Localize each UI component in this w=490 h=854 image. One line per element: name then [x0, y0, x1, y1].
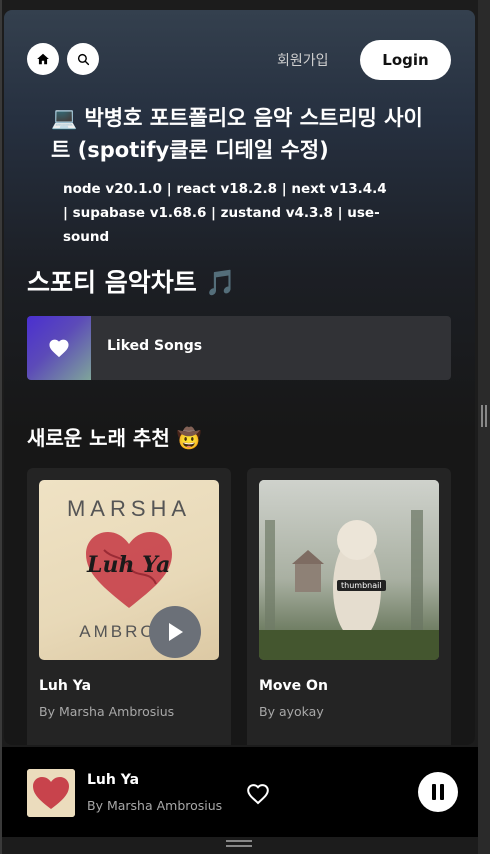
album-art-script-text: Luh Ya: [87, 552, 171, 578]
scrollbar-grip-icon[interactable]: [481, 405, 487, 427]
liked-songs-thumbnail: [27, 316, 91, 380]
song-title: Move On: [259, 678, 328, 694]
liked-songs-label: Liked Songs: [107, 338, 203, 354]
home-icon: [37, 53, 49, 65]
home-button[interactable]: [27, 43, 59, 75]
song-artist: By Marsha Ambrosius: [39, 704, 175, 719]
scrollbar-track[interactable]: [478, 0, 490, 854]
pause-button[interactable]: [418, 772, 458, 812]
play-icon: [169, 623, 183, 641]
song-card[interactable]: MARSHA Luh Ya AMBROSI Luh Ya By Marsha A…: [27, 468, 231, 745]
version-info: node v20.1.0 | react v18.2.8 | next v13.…: [63, 181, 387, 245]
window-border: [0, 0, 2, 854]
album-art: thumbnail: [259, 480, 439, 660]
signup-link[interactable]: 회원가입: [277, 50, 329, 70]
heart-icon: [49, 339, 69, 358]
player-song-artist: By Marsha Ambrosius: [87, 798, 223, 813]
search-icon: [77, 53, 89, 65]
song-title: Luh Ya: [39, 678, 92, 694]
player-bar: Luh Ya By Marsha Ambrosius: [2, 747, 478, 837]
player-heart-graphic: [27, 769, 75, 817]
liked-songs-item[interactable]: Liked Songs: [27, 316, 451, 380]
main-content: 회원가입 Login 💻 박병호 포트폴리오 음악 스트리밍 사이트 (spot…: [4, 10, 475, 745]
heart-outline-icon: [247, 784, 269, 805]
login-button[interactable]: Login: [360, 40, 451, 80]
page-title: 💻 박병호 포트폴리오 음악 스트리밍 사이트 (spotify클론 디테일 수…: [51, 106, 423, 162]
like-button[interactable]: [246, 783, 270, 809]
song-artist: By ayokay: [259, 704, 324, 719]
player-song-title: Luh Ya: [87, 772, 140, 788]
top-nav: 회원가입 Login: [27, 40, 451, 80]
search-button[interactable]: [67, 43, 99, 75]
album-scene-graphic: [259, 480, 439, 660]
resize-grip-icon[interactable]: [226, 840, 252, 848]
app-window: 회원가입 Login 💻 박병호 포트폴리오 음악 스트리밍 사이트 (spot…: [0, 0, 490, 854]
pause-icon: [432, 784, 444, 800]
play-button[interactable]: [149, 606, 201, 658]
album-art-top-text: MARSHA: [66, 496, 192, 521]
player-album-art: [27, 769, 75, 817]
album-art-tag: thumbnail: [337, 580, 386, 591]
song-card[interactable]: thumbnail Move On By ayokay: [247, 468, 451, 745]
chart-section-heading: 스포티 음악차트 🎵: [27, 268, 237, 297]
new-songs-heading: 새로운 노래 추천 🤠: [27, 426, 202, 450]
